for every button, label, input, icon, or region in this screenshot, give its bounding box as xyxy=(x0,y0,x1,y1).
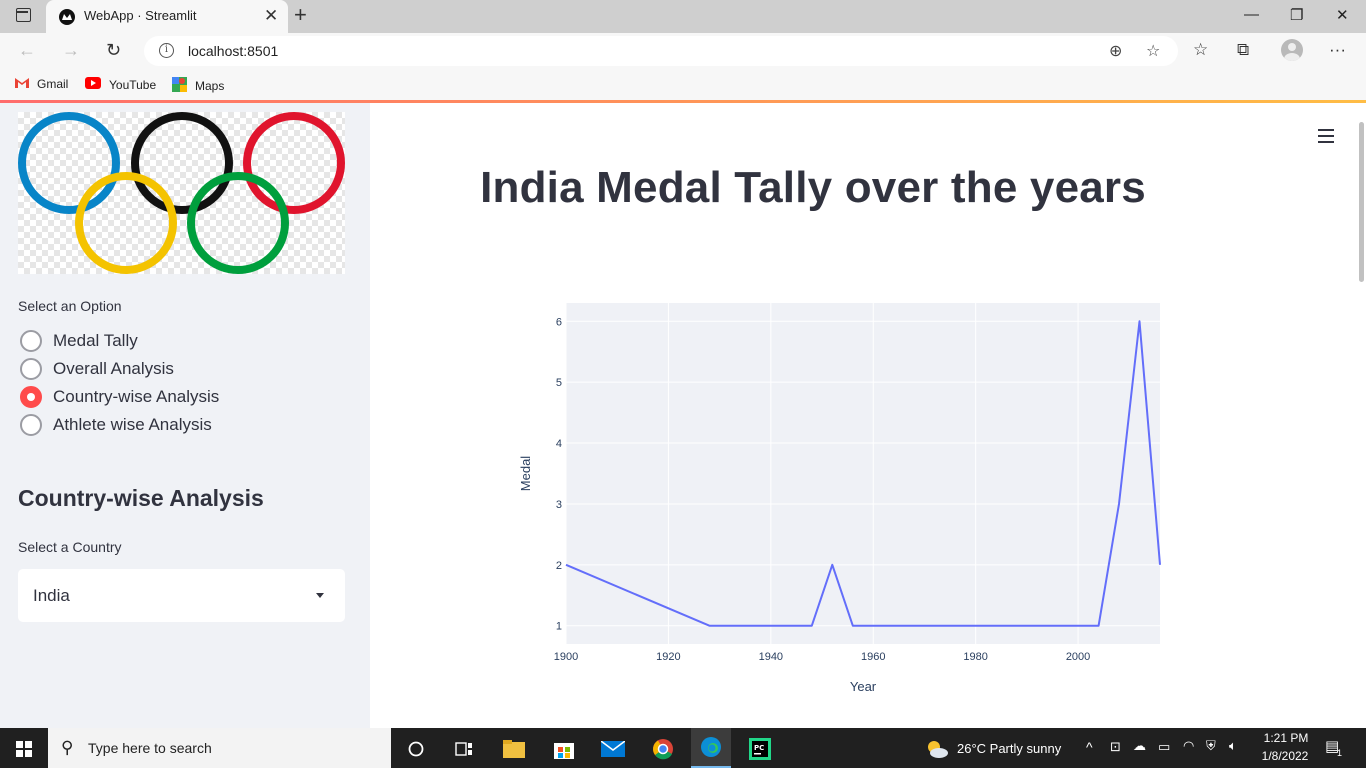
radio-label: Medal Tally xyxy=(53,331,138,350)
weather-text[interactable]: 26°C Partly sunny xyxy=(957,741,1061,756)
option-label: Select an Option xyxy=(18,298,122,314)
y-tick-label: 4 xyxy=(556,438,562,450)
bookmark-label: YouTube xyxy=(109,77,157,92)
search-placeholder[interactable]: Type here to search xyxy=(88,740,212,756)
chrome-icon[interactable] xyxy=(648,734,678,764)
back-icon[interactable]: ← xyxy=(18,40,36,60)
radio-unselected-icon[interactable] xyxy=(20,414,42,436)
caret-down-icon[interactable] xyxy=(316,593,324,598)
weather-icon[interactable] xyxy=(922,734,952,764)
onedrive-icon[interactable]: ☁ xyxy=(1133,738,1146,754)
bookmark-label: Maps xyxy=(195,79,225,93)
browser-toolbar: ← → ↻ i localhost:8501 ⊕ ☆ ☆ ⧉ ··· xyxy=(0,33,1366,69)
clock-date[interactable]: 1/8/2022 xyxy=(1258,749,1312,763)
site-info-icon[interactable]: i xyxy=(159,43,174,58)
mail-icon[interactable] xyxy=(598,734,628,764)
windows-start-icon[interactable] xyxy=(16,741,32,757)
y-tick-label: 5 xyxy=(556,377,562,389)
x-tick-label: 1920 xyxy=(656,651,680,663)
radio-athlete-wise-analysis[interactable]: Athlete wise Analysis xyxy=(20,414,212,436)
y-tick-label: 1 xyxy=(556,621,562,633)
radio-label: Athlete wise Analysis xyxy=(53,415,212,434)
address-bar[interactable]: i localhost:8501 ⊕ ☆ xyxy=(144,36,1178,66)
radio-overall-analysis[interactable]: Overall Analysis xyxy=(20,358,174,380)
new-tab-icon[interactable]: + xyxy=(294,3,307,27)
bookmark-maps[interactable]: Maps xyxy=(172,77,224,95)
forward-icon[interactable]: → xyxy=(62,40,80,60)
tab-actions-icon[interactable] xyxy=(16,8,31,22)
restore-icon[interactable]: ❐ xyxy=(1290,6,1303,24)
zoom-icon[interactable]: ⊕ xyxy=(1109,41,1122,61)
wifi-icon[interactable]: ◠ xyxy=(1183,738,1194,754)
search-icon: ⚲ xyxy=(61,738,74,757)
y-axis-title: Medal xyxy=(518,456,533,492)
bookmarks-bar: Gmail YouTube Maps xyxy=(0,69,1366,100)
edge-icon[interactable] xyxy=(691,728,731,768)
security-icon[interactable]: ⛨ xyxy=(1206,738,1216,754)
cortana-icon[interactable] xyxy=(401,734,431,764)
task-view-icon[interactable] xyxy=(449,734,479,764)
tray-expand-icon[interactable]: ^ xyxy=(1086,739,1093,755)
sidebar-heading: Country-wise Analysis xyxy=(18,485,264,511)
bookmark-youtube[interactable]: YouTube xyxy=(85,77,156,92)
y-tick-label: 6 xyxy=(556,316,562,328)
radio-selected-icon[interactable] xyxy=(20,386,42,408)
address-url[interactable]: localhost:8501 xyxy=(188,43,278,59)
file-explorer-icon[interactable] xyxy=(499,734,529,764)
refresh-icon[interactable]: ↻ xyxy=(106,40,121,60)
streamlit-favicon-icon xyxy=(59,9,75,25)
browser-tab-bar: WebApp · Streamlit ✕ + — ❐ ✕ xyxy=(0,0,1366,33)
browser-tab[interactable]: WebApp · Streamlit ✕ xyxy=(46,0,288,33)
more-menu-icon[interactable]: ··· xyxy=(1329,40,1346,60)
store-icon[interactable] xyxy=(549,734,579,764)
youtube-icon xyxy=(85,77,101,92)
profile-avatar[interactable] xyxy=(1281,39,1303,61)
notification-count: 1 xyxy=(1337,748,1343,758)
radio-unselected-icon[interactable] xyxy=(20,330,42,352)
y-tick-label: 2 xyxy=(556,560,562,572)
volume-icon[interactable]: 🔈︎ xyxy=(1229,738,1237,754)
radio-label: Overall Analysis xyxy=(53,359,174,378)
country-label: Select a Country xyxy=(18,539,122,555)
radio-label: Country-wise Analysis xyxy=(53,387,220,406)
x-tick-label: 1940 xyxy=(759,651,783,663)
main-content: India Medal Tally over the years 1900 192… xyxy=(370,103,1366,728)
gmail-icon xyxy=(15,77,29,91)
tab-title: WebApp · Streamlit xyxy=(84,8,197,23)
x-tick-label: 1980 xyxy=(963,651,987,663)
battery-icon[interactable]: ▭ xyxy=(1158,739,1170,755)
minimize-icon[interactable]: — xyxy=(1244,6,1259,23)
olympic-rings-logo xyxy=(18,112,345,274)
meet-now-icon[interactable]: ⊡ xyxy=(1110,739,1121,755)
windows-taskbar: ⚲ Type here to search PC 26°C Partly sun… xyxy=(0,728,1366,768)
window-close-icon[interactable]: ✕ xyxy=(1336,6,1349,24)
bookmark-label: Gmail xyxy=(37,77,69,91)
bookmark-gmail[interactable]: Gmail xyxy=(15,77,68,91)
clock-time[interactable]: 1:21 PM xyxy=(1262,731,1310,745)
country-select[interactable]: India xyxy=(18,569,345,622)
radio-medal-tally[interactable]: Medal Tally xyxy=(20,330,138,352)
medal-line-chart[interactable]: 1900 1920 1940 1960 1980 2000 1 2 3 4 5 6 Year Medal xyxy=(370,103,1366,728)
x-tick-label: 1960 xyxy=(861,651,885,663)
collections-icon[interactable]: ⧉ xyxy=(1237,40,1249,60)
maps-icon xyxy=(172,77,187,95)
x-axis-title: Year xyxy=(850,679,877,694)
sidebar: Select an Option Medal Tally Overall Ana… xyxy=(0,103,370,728)
plot-area xyxy=(566,303,1160,644)
y-tick-label: 3 xyxy=(556,499,562,511)
radio-unselected-icon[interactable] xyxy=(20,358,42,380)
country-select-value[interactable]: India xyxy=(33,586,70,606)
favorites-icon[interactable]: ☆ xyxy=(1193,40,1208,60)
radio-country-wise-analysis[interactable]: Country-wise Analysis xyxy=(20,386,219,408)
x-tick-label: 1900 xyxy=(554,651,578,663)
svg-text:PC: PC xyxy=(754,744,764,752)
tab-close-icon[interactable]: ✕ xyxy=(264,6,278,26)
pycharm-icon[interactable]: PC xyxy=(745,734,775,764)
x-tick-label: 2000 xyxy=(1066,651,1090,663)
taskbar-search[interactable]: ⚲ Type here to search xyxy=(48,728,391,768)
add-favorite-icon[interactable]: ☆ xyxy=(1146,41,1160,61)
